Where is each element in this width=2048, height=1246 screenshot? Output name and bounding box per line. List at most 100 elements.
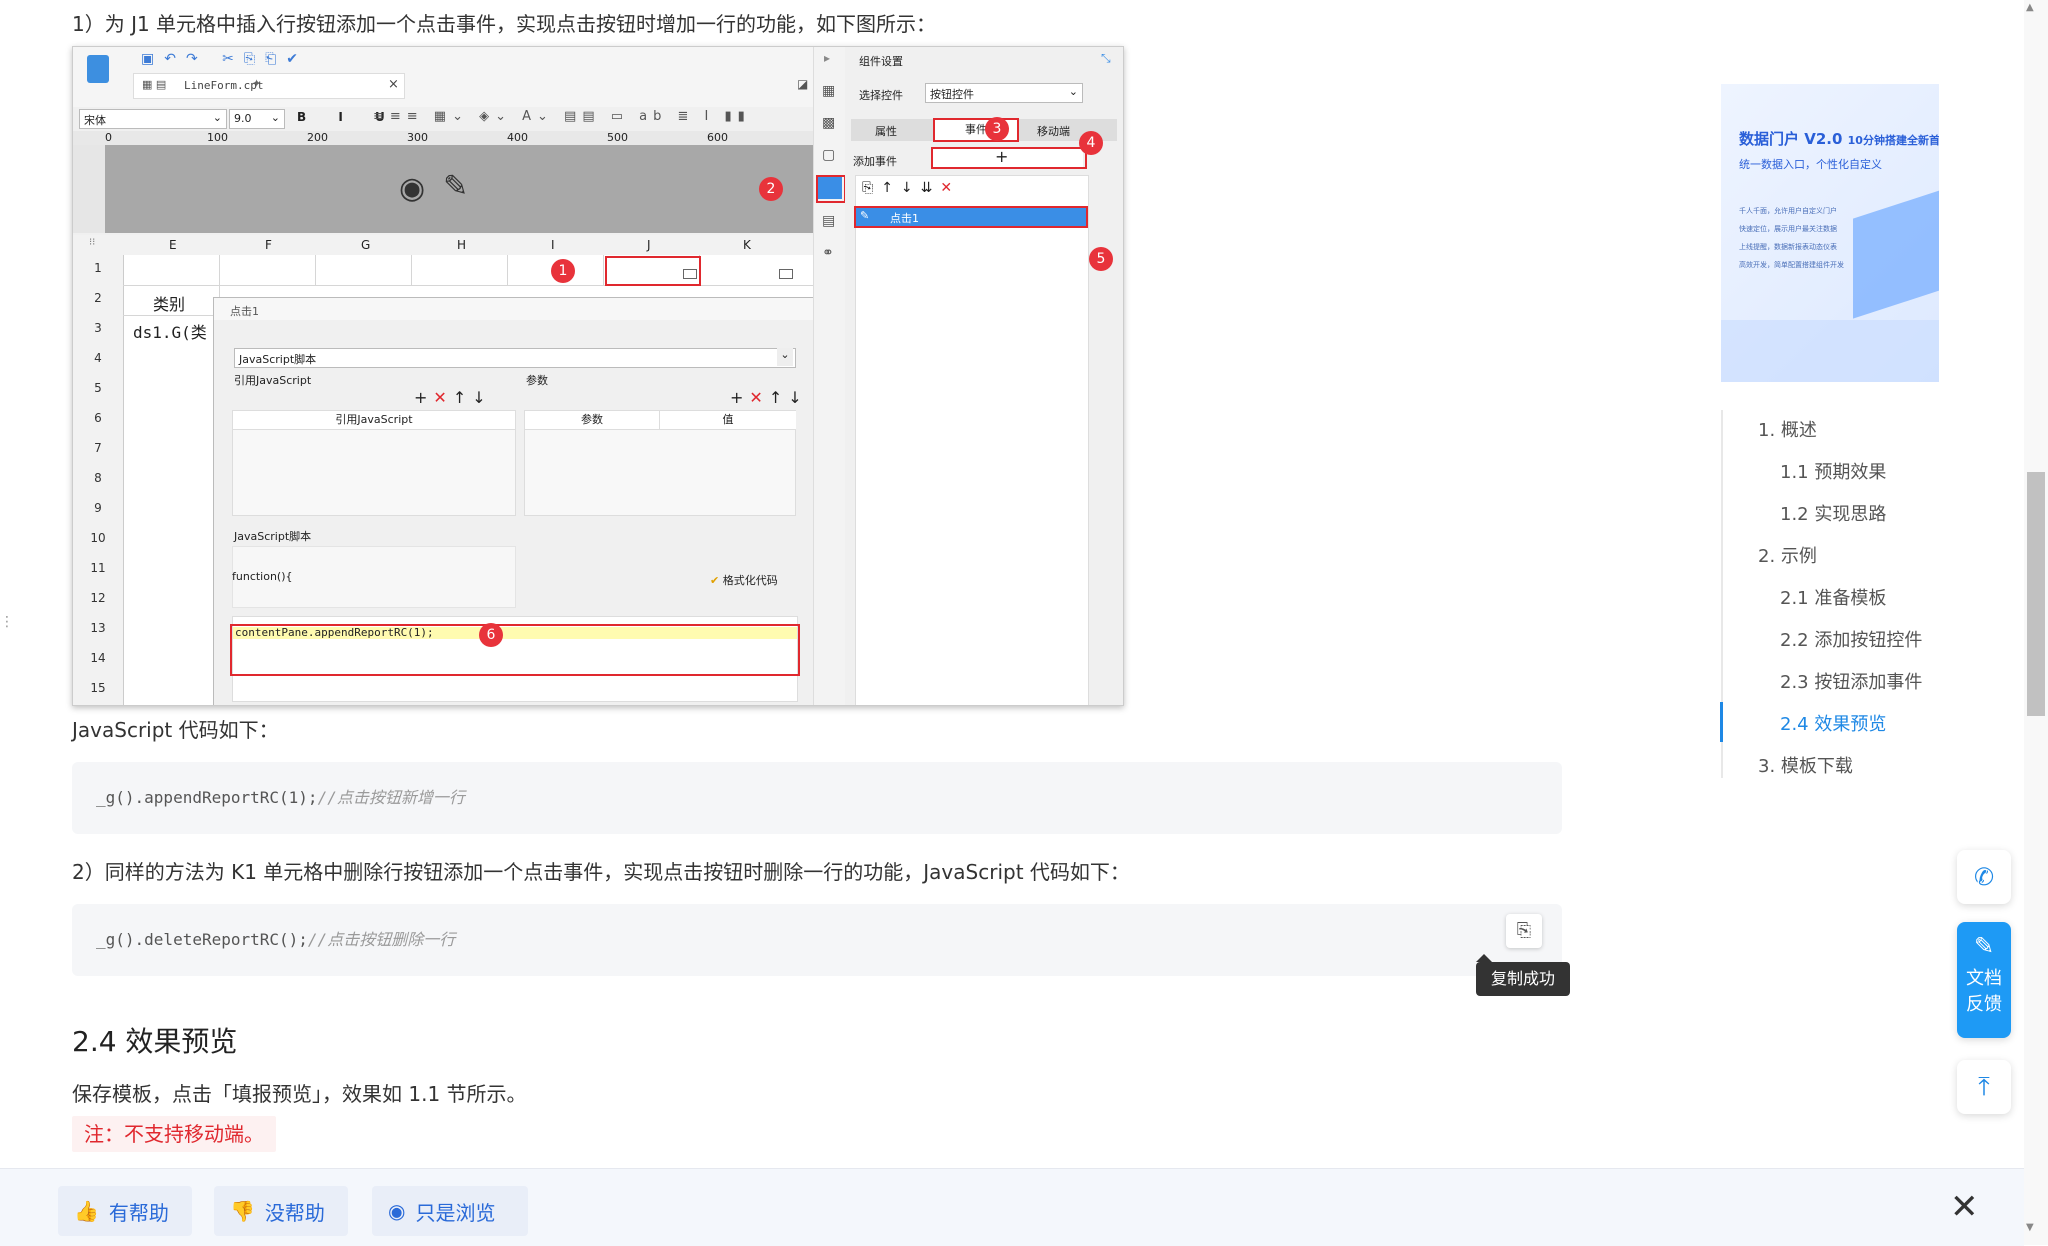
- pencil-icon[interactable]: ✎: [443, 169, 468, 204]
- not-helpful-button[interactable]: 👎 没帮助: [214, 1186, 348, 1236]
- tooltip-arrow: [1476, 954, 1492, 962]
- toc-item[interactable]: 1.1 预期效果: [1780, 458, 1886, 484]
- toc-item[interactable]: 2. 示例: [1758, 542, 1817, 568]
- float-element-icon[interactable]: ▢: [822, 147, 835, 163]
- just-browsing-button[interactable]: ◉ 只是浏览: [372, 1186, 528, 1236]
- preview-text: 保存模板，点击「填报预览」，效果如 1.1 节所示。: [72, 1082, 527, 1106]
- helpful-button[interactable]: 👍 有帮助: [58, 1186, 192, 1236]
- ruler-tick: 600: [707, 131, 728, 144]
- banner-bullet: 快速定位，展示用户最关注数据: [1739, 225, 1837, 233]
- column-header[interactable]: H: [457, 238, 466, 252]
- close-tab-icon[interactable]: ×: [388, 77, 399, 92]
- dashboard-illustration: [1853, 189, 1939, 319]
- toc-item[interactable]: 2.3 按钮添加事件: [1780, 668, 1922, 694]
- toc-item[interactable]: 1. 概述: [1758, 416, 1817, 442]
- chevron-down-icon: ⌄: [777, 348, 793, 366]
- code-comment: //点击按钮删除一行: [307, 930, 456, 949]
- row-header[interactable]: 13: [73, 621, 123, 635]
- hyperlink-icon[interactable]: ⚭: [822, 245, 834, 261]
- condition-icon[interactable]: ▤: [822, 213, 835, 229]
- row-header[interactable]: 6: [73, 411, 123, 425]
- ruler-tick: 0: [105, 131, 112, 144]
- row-header[interactable]: 2: [73, 291, 123, 305]
- back-to-top-button[interactable]: ⤒: [1957, 1060, 2011, 1114]
- select-control-dropdown[interactable]: 按钮控件 ⌄: [925, 83, 1083, 103]
- font-name-value: 宋体: [84, 114, 106, 127]
- toc-active-marker: [1720, 702, 1723, 742]
- vertical-ruler: [73, 145, 105, 233]
- row-header[interactable]: 11: [73, 561, 123, 575]
- drag-handle-icon[interactable]: ⋮: [0, 614, 14, 630]
- tab-attr[interactable]: 属性: [875, 123, 897, 139]
- expand-icon[interactable]: ▸: [824, 51, 830, 65]
- cell-element-icon[interactable]: ▩: [822, 115, 835, 131]
- row-header[interactable]: 15: [73, 681, 123, 695]
- ref-js-tools-icon[interactable]: +✕↑↓: [414, 388, 492, 407]
- ruler-tick: 200: [307, 131, 328, 144]
- row-header[interactable]: 5: [73, 381, 123, 395]
- ruler-tick: 300: [407, 131, 428, 144]
- format-code-button[interactable]: ✔ 格式化代码: [710, 572, 778, 588]
- align-icons[interactable]: ≡≡≡ ▦⌄ ◈⌄ A⌄ ▤▤ ▭ ab ≣ Ⅰ ▮▮: [373, 109, 751, 124]
- js-code-intro: JavaScript 代码如下：: [72, 718, 279, 742]
- event-list-tools-icon[interactable]: ⎘↑↓⇊✕: [862, 180, 960, 196]
- column-header[interactable]: G: [361, 238, 370, 252]
- scrollbar-track[interactable]: ▲ ▼: [2024, 0, 2048, 1245]
- code-text: _g().deleteReportRC();: [96, 930, 308, 949]
- promo-banner[interactable]: 数据门户 V2.0 10分钟搭建全新首页! 统一数据入口，个性化自定义 千人千面…: [1721, 84, 1939, 382]
- value-col: 值: [659, 411, 796, 430]
- copy-icon[interactable]: ⎘: [1506, 914, 1542, 948]
- column-header[interactable]: K: [743, 238, 751, 252]
- toc-item[interactable]: 1.2 实现思路: [1780, 500, 1886, 526]
- cell-ds[interactable]: ds1.G(类: [133, 319, 207, 343]
- cell-category[interactable]: 类别: [153, 291, 185, 315]
- toc-item[interactable]: 2.2 添加按钮控件: [1780, 626, 1922, 652]
- dialog-titlebar: 点击1: [214, 298, 814, 320]
- step1-text: 1）为 J1 单元格中插入行按钮添加一个点击事件，实现点击按钮时增加一行的功能，…: [72, 12, 937, 36]
- phone-button[interactable]: ✆: [1957, 850, 2011, 904]
- banner-title-main: 数据门户 V2.0: [1739, 130, 1843, 148]
- param-tools-icon[interactable]: +✕↑↓: [730, 388, 808, 407]
- row-header[interactable]: 7: [73, 441, 123, 455]
- step-badge: 1: [551, 259, 575, 283]
- scroll-down-icon[interactable]: ▼: [2026, 1222, 2034, 1233]
- file-tab[interactable]: ▦ ▤ LineForm.cpt ✦ ×: [133, 73, 405, 99]
- row-header[interactable]: 3: [73, 321, 123, 335]
- grid-line: [507, 255, 508, 285]
- row-header[interactable]: 4: [73, 351, 123, 365]
- grid-line: [123, 285, 813, 286]
- close-feedback-icon[interactable]: ✕: [1950, 1190, 1979, 1224]
- doc-feedback-button[interactable]: ✎ 文档 反馈: [1957, 922, 2011, 1038]
- scroll-up-icon[interactable]: ▲: [2026, 2, 2034, 13]
- code-line-1: _g().appendReportRC(1);//点击按钮新增一行: [96, 784, 465, 808]
- scrollbar-thumb[interactable]: [2027, 472, 2045, 716]
- column-header[interactable]: J: [647, 238, 651, 252]
- collapse-icon[interactable]: ⤡: [1101, 51, 1111, 66]
- toc-item[interactable]: 2.1 准备模板: [1780, 584, 1886, 610]
- row-header[interactable]: 1: [73, 261, 123, 275]
- edit-icon: ✎: [1973, 932, 1995, 960]
- cell-props-icon[interactable]: ▦: [822, 83, 835, 99]
- modified-dot-icon: ✦: [252, 77, 262, 90]
- pin-icon[interactable]: ◪: [797, 77, 808, 91]
- ruler-tick: 500: [607, 131, 628, 144]
- font-size-select[interactable]: 9.0 ⌄: [229, 109, 285, 129]
- toc-item[interactable]: 3. 模板下载: [1758, 752, 1853, 778]
- row-header[interactable]: 12: [73, 591, 123, 605]
- column-header[interactable]: E: [169, 238, 177, 252]
- column-header[interactable]: F: [265, 238, 272, 252]
- toc-item-active[interactable]: 2.4 效果预览: [1780, 710, 1886, 736]
- event-type-select[interactable]: JavaScript脚本 ⌄: [234, 348, 796, 368]
- font-name-select[interactable]: 宋体 ⌄: [79, 109, 227, 129]
- banner-bullet: 高效开发，简单配置搭建组件开发: [1739, 261, 1844, 269]
- row-header[interactable]: 9: [73, 501, 123, 515]
- row-header[interactable]: 14: [73, 651, 123, 665]
- code-comment: //点击按钮新增一行: [317, 788, 465, 807]
- tab-mobile[interactable]: 移动端: [1037, 123, 1070, 139]
- eye-off-icon[interactable]: ◉: [399, 171, 425, 206]
- parameter-pane: ◉ ✎: [73, 145, 813, 233]
- row-header[interactable]: 8: [73, 471, 123, 485]
- row-header[interactable]: 10: [73, 531, 123, 545]
- column-header[interactable]: I: [551, 238, 555, 252]
- banner-floor: [1721, 320, 1939, 382]
